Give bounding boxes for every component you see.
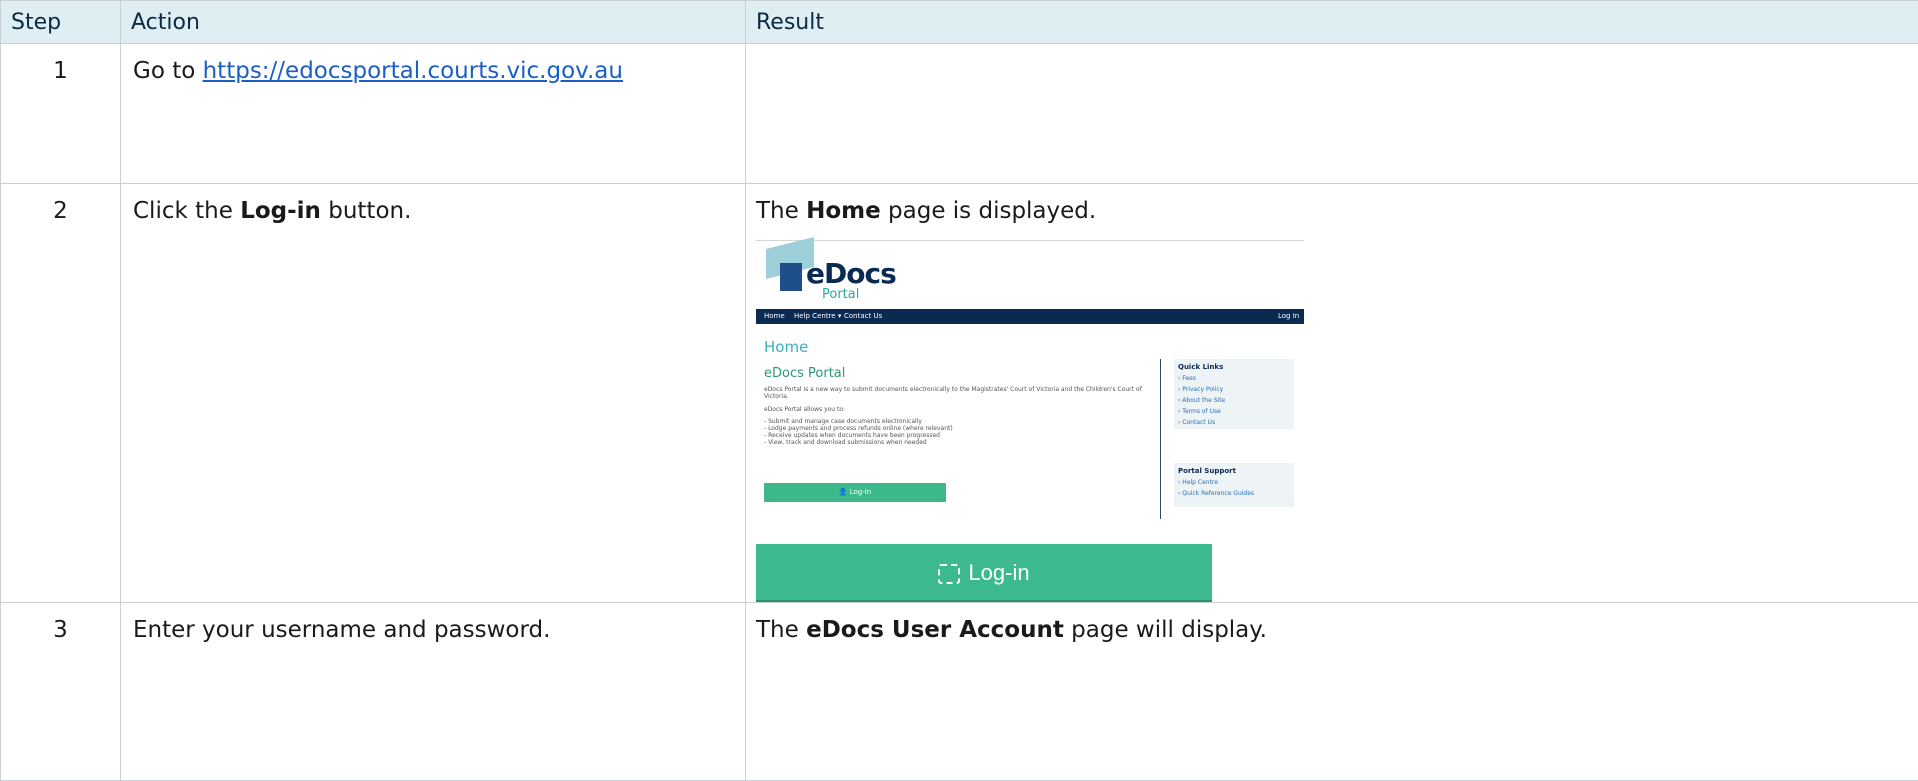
result-bold: Home (806, 198, 881, 224)
step-number: 2 (1, 184, 120, 224)
step-cell: 3 (1, 603, 121, 781)
result-suffix: page will display. (1064, 617, 1267, 643)
quick-link: › Privacy Policy (1174, 384, 1294, 395)
nav-home: Home (764, 312, 785, 320)
action-cell: Click the Log-in button. (121, 184, 746, 603)
login-button[interactable]: Log-in (756, 544, 1212, 602)
action-text: Enter your username and password. (121, 603, 745, 643)
home-page-screenshot: eDocs Portal Home Help Centre ▾ Contact … (756, 240, 1304, 526)
result-cell (746, 44, 1918, 184)
result-prefix: The (756, 198, 806, 224)
result-text: The Home page is displayed. (756, 198, 1908, 224)
action-cell: Go to https://edocsportal.courts.vic.gov… (121, 44, 746, 184)
quick-links-title: Quick Links (1174, 359, 1294, 373)
result-cell: The Home page is displayed. eDocs Portal… (746, 184, 1918, 603)
procedure-table: Step Action Result 1 Go to https://edocs… (0, 0, 1918, 781)
action-prefix: Click the (133, 198, 240, 224)
logo-sub: Portal (822, 287, 859, 302)
table-row: 1 Go to https://edocsportal.courts.vic.g… (1, 44, 1918, 184)
vertical-divider (1160, 359, 1161, 519)
support-link: › Quick Reference Guides (1174, 488, 1294, 499)
nav-contact: Contact Us (844, 312, 882, 320)
result-text (746, 44, 1918, 58)
login-icon (938, 564, 960, 584)
col-header-result: Result (746, 1, 1918, 44)
step-number: 1 (1, 44, 120, 84)
mini-login-button: 👤 Log-In (764, 483, 946, 502)
logo-block-icon (780, 263, 802, 291)
section-heading: eDocs Portal (764, 366, 845, 381)
portal-link[interactable]: https://edocsportal.courts.vic.gov.au (203, 58, 623, 84)
result-text: The eDocs User Account page will display… (746, 603, 1918, 643)
page-title: Home (764, 338, 808, 356)
action-suffix: button. (321, 198, 411, 224)
header-row: Step Action Result (1, 1, 1918, 44)
support-link: › Help Centre (1174, 477, 1294, 488)
quick-link: › Fees (1174, 373, 1294, 384)
step-number: 3 (1, 603, 120, 643)
edocs-logo: eDocs Portal (766, 243, 906, 301)
action-bold: Log-in (240, 198, 321, 224)
nav-help-centre: Help Centre ▾ (794, 312, 841, 320)
result-prefix: The (756, 617, 806, 643)
action-text: Click the Log-in button. (121, 184, 745, 224)
quick-link: › Terms of Use (1174, 406, 1294, 417)
bullet-item: - View, track and download submissions w… (764, 439, 927, 446)
result-bold: eDocs User Account (806, 617, 1064, 643)
col-header-step: Step (1, 1, 121, 44)
result-content: The Home page is displayed. eDocs Portal… (746, 184, 1918, 602)
table-row: 2 Click the Log-in button. The Home page… (1, 184, 1918, 603)
site-navbar: Home Help Centre ▾ Contact Us Log In (756, 309, 1304, 324)
login-button-label: Log-in (968, 560, 1029, 585)
support-title: Portal Support (1174, 463, 1294, 477)
quick-link: › About the Site (1174, 395, 1294, 406)
quick-link: › Contact Us (1174, 417, 1294, 428)
col-header-action: Action (121, 1, 746, 44)
table-row: 3 Enter your username and password. The … (1, 603, 1918, 781)
bullet-item: - Receive updates when documents have be… (764, 432, 940, 439)
nav-login: Log In (1278, 312, 1299, 320)
quick-links-panel: Quick Links › Fees › Privacy Policy › Ab… (1174, 359, 1294, 429)
action-prefix: Go to (133, 58, 203, 84)
action-text: Go to https://edocsportal.courts.vic.gov… (121, 44, 745, 84)
action-cell: Enter your username and password. (121, 603, 746, 781)
portal-support-panel: Portal Support › Help Centre › Quick Ref… (1174, 463, 1294, 507)
step-cell: 2 (1, 184, 121, 603)
intro-paragraph: eDocs Portal is a new way to submit docu… (764, 386, 1154, 400)
bullet-item: - Submit and manage case documents elect… (764, 418, 922, 425)
result-cell: The eDocs User Account page will display… (746, 603, 1918, 781)
allows-text: eDocs Portal allows you to: (764, 406, 845, 413)
step-cell: 1 (1, 44, 121, 184)
logo-word: eDocs (806, 257, 896, 290)
bullet-item: - Lodge payments and process refunds onl… (764, 425, 953, 432)
result-suffix: page is displayed. (881, 198, 1096, 224)
